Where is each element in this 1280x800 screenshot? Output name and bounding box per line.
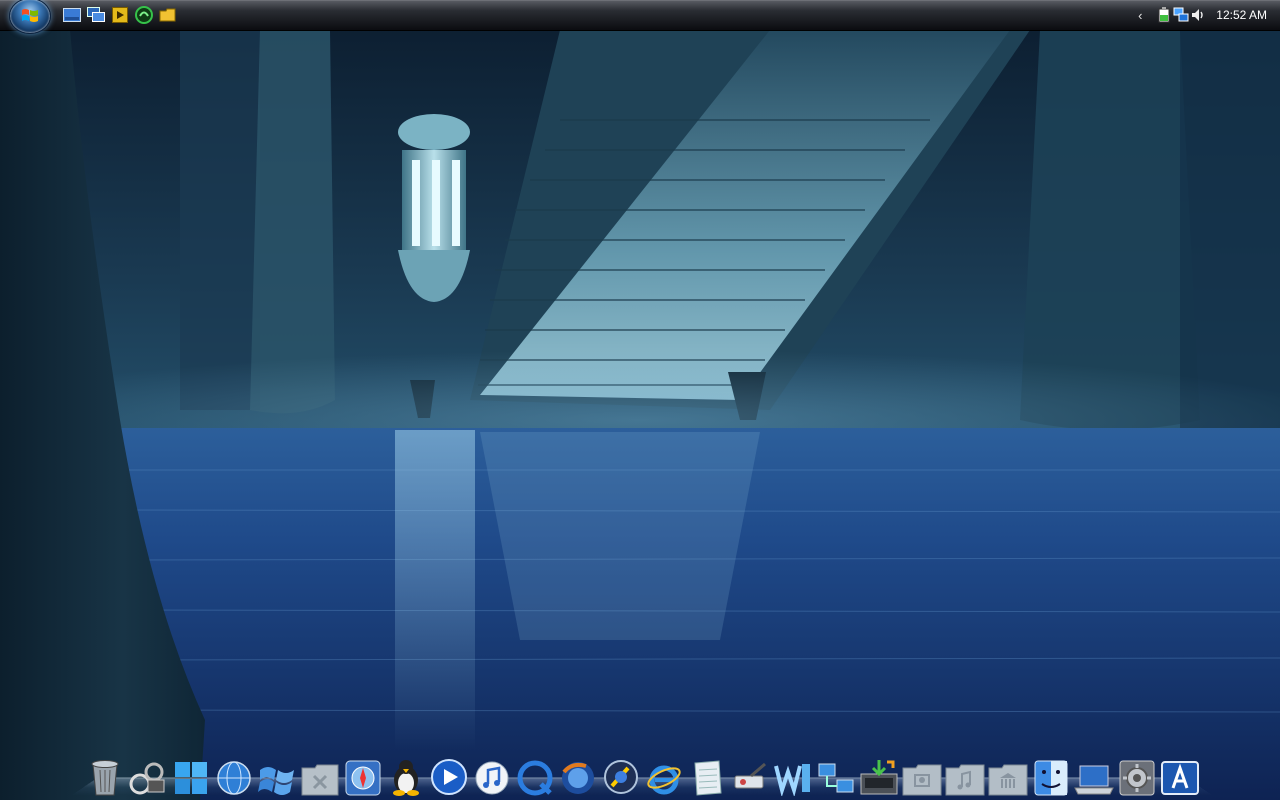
system-tray: ‹ 12:52 AM [1131,0,1280,30]
windows-wave-icon[interactable] [256,754,298,796]
tray-expand-button[interactable]: ‹ [1131,8,1149,23]
itunes-icon[interactable] [471,754,513,796]
word-icon[interactable] [772,754,814,796]
switch-windows-icon[interactable] [86,5,106,25]
firefox-globe-icon[interactable] [557,754,599,796]
taskbar: ‹ 12:52 AM [0,0,1280,34]
music-folder-icon[interactable] [944,754,986,796]
internet-explorer-icon[interactable] [643,754,685,796]
downloads-tray-icon[interactable] [858,754,900,796]
quick-launch-toolbar [62,5,178,25]
app-store-icon[interactable] [1159,754,1201,796]
safari-tile-icon[interactable] [342,754,384,796]
applications-folder-icon[interactable] [299,754,341,796]
windows-logo-icon [22,9,38,22]
yellow-folder-icon[interactable] [158,5,178,25]
aim-icon[interactable] [600,754,642,796]
trash-icon[interactable] [84,754,126,796]
linkage-icon[interactable] [127,754,169,796]
soldering-icon[interactable] [729,754,771,796]
notepad-icon[interactable] [686,754,728,796]
pictures-folder-icon[interactable] [901,754,943,796]
dock [84,752,1201,796]
windows-flag-icon[interactable] [170,754,212,796]
green-gauge-icon[interactable] [134,5,154,25]
media-icon[interactable] [110,5,130,25]
network-icon[interactable] [1172,7,1189,24]
battery-icon[interactable] [1155,7,1172,24]
library-folder-icon[interactable] [987,754,1029,796]
media-player-icon[interactable] [428,754,470,796]
volume-icon[interactable] [1189,7,1206,24]
finder-icon[interactable] [1030,754,1072,796]
laptop-icon[interactable] [1073,754,1115,796]
start-button[interactable] [9,0,51,34]
show-desktop-icon[interactable] [62,5,82,25]
clock[interactable]: 12:52 AM [1206,8,1280,22]
network-share-icon[interactable] [815,754,857,796]
quicktime-icon[interactable] [514,754,556,796]
globe-network-icon[interactable] [213,754,255,796]
tux-penguin-icon[interactable] [385,754,427,796]
system-preferences-icon[interactable] [1116,754,1158,796]
desktop-wallpaper [0,0,1280,800]
